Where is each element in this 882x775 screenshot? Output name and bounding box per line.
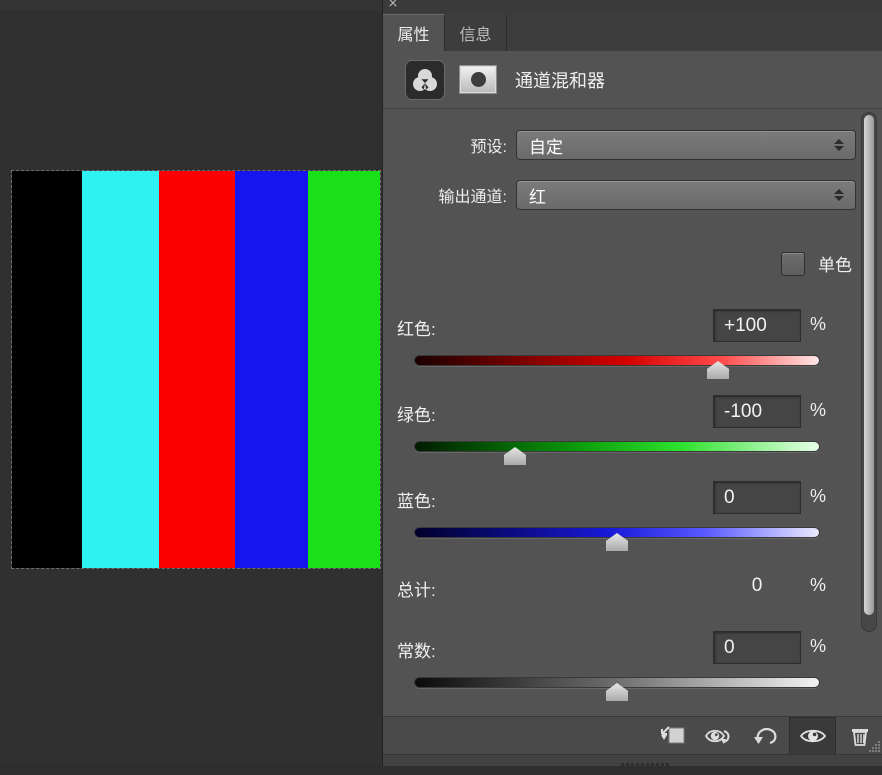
drag-handle-dots-icon[interactable] bbox=[621, 757, 671, 764]
channel-mixer-icon[interactable] bbox=[405, 60, 445, 100]
layer-mask-thumbnail[interactable] bbox=[459, 65, 497, 94]
document-image[interactable] bbox=[12, 171, 380, 568]
green-unit: % bbox=[810, 400, 826, 421]
panel-footer-toolbar bbox=[383, 716, 882, 755]
reset-button[interactable] bbox=[742, 717, 789, 755]
total-label: 总计: bbox=[397, 576, 436, 601]
green-value: -100 bbox=[714, 401, 762, 423]
app-root: × 属性 信息 bbox=[0, 0, 882, 766]
green-slider-track[interactable] bbox=[414, 441, 820, 452]
output-channel-value: 红 bbox=[517, 183, 546, 208]
panel-header: 通道混和器 bbox=[383, 51, 882, 109]
output-channel-select[interactable]: 红 bbox=[516, 180, 856, 210]
red-slider-label: 红色: bbox=[397, 315, 436, 340]
cyan-bar bbox=[82, 171, 159, 568]
monochrome-checkbox[interactable] bbox=[781, 252, 805, 276]
total-value: 0 bbox=[752, 575, 763, 597]
preset-row: 预设: 自定 bbox=[383, 129, 856, 161]
chevron-updown-icon bbox=[834, 139, 844, 151]
constant-value: 0 bbox=[714, 637, 735, 659]
panel-scrollbar[interactable] bbox=[861, 112, 877, 632]
page-title: 通道混和器 bbox=[515, 67, 605, 93]
red-unit: % bbox=[810, 314, 826, 335]
tab-info-label: 信息 bbox=[459, 21, 491, 45]
chevron-updown-icon bbox=[834, 189, 844, 201]
red-bar bbox=[159, 171, 235, 568]
clip-to-layer-button[interactable] bbox=[648, 717, 695, 755]
preset-select[interactable]: 自定 bbox=[516, 130, 856, 160]
red-value-input[interactable]: +100 bbox=[713, 309, 801, 342]
constant-label: 常数: bbox=[397, 637, 436, 662]
red-slider-track[interactable] bbox=[414, 355, 820, 366]
monochrome-label: 单色 bbox=[818, 251, 852, 276]
blue-bar bbox=[235, 171, 308, 568]
blue-value: 0 bbox=[714, 487, 735, 509]
black-bar bbox=[12, 171, 82, 568]
panel-titlebar[interactable]: × bbox=[383, 0, 882, 13]
tab-info[interactable]: 信息 bbox=[445, 14, 507, 51]
preset-value: 自定 bbox=[517, 133, 563, 158]
monochrome-row: 单色 bbox=[781, 251, 852, 276]
toggle-previous-state-button[interactable] bbox=[695, 717, 742, 755]
close-icon[interactable]: × bbox=[385, 0, 401, 12]
red-value: +100 bbox=[714, 315, 767, 337]
panel-scrollbar-thumb[interactable] bbox=[864, 115, 874, 615]
total-value-display: 0 bbox=[713, 572, 801, 600]
green-slider-label: 绿色: bbox=[397, 401, 436, 426]
constant-unit: % bbox=[810, 636, 826, 657]
blue-unit: % bbox=[810, 486, 826, 507]
panel-bottom-strip bbox=[383, 754, 882, 766]
total-unit: % bbox=[810, 575, 826, 596]
canvas-top-strip bbox=[0, 0, 382, 10]
tab-properties-label: 属性 bbox=[397, 21, 429, 45]
toggle-visibility-button[interactable] bbox=[789, 717, 836, 755]
output-channel-row: 输出通道: 红 bbox=[383, 179, 856, 211]
panel-tabbar: 属性 信息 bbox=[383, 13, 882, 52]
green-bar bbox=[308, 171, 380, 568]
canvas-area[interactable] bbox=[0, 0, 382, 766]
preset-label: 预设: bbox=[383, 133, 516, 157]
resize-grip-icon[interactable] bbox=[867, 739, 881, 753]
panel-body: 预设: 自定 输出通道: 红 bbox=[383, 109, 882, 717]
green-value-input[interactable]: -100 bbox=[713, 395, 801, 428]
properties-panel: × 属性 信息 bbox=[382, 0, 882, 766]
constant-value-input[interactable]: 0 bbox=[713, 631, 801, 664]
output-channel-label: 输出通道: bbox=[383, 183, 516, 207]
tab-properties[interactable]: 属性 bbox=[383, 14, 445, 51]
blue-slider-label: 蓝色: bbox=[397, 487, 436, 512]
mask-dot-icon bbox=[471, 72, 486, 87]
blue-value-input[interactable]: 0 bbox=[713, 481, 801, 514]
